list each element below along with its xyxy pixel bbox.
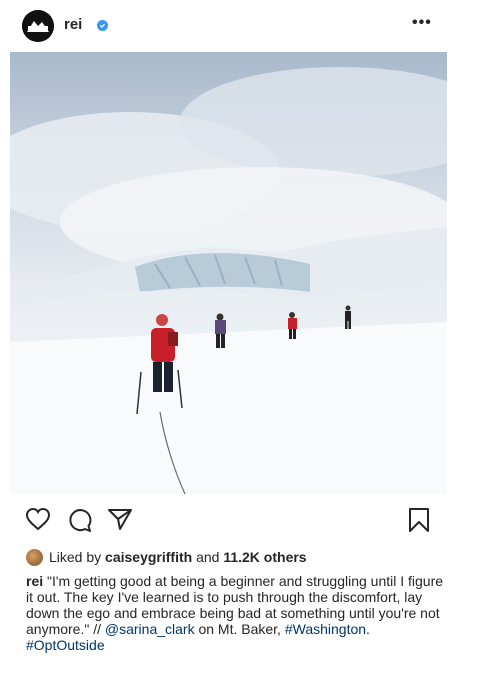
caption-hashtag-optoutside[interactable]: #OptOutside (26, 637, 105, 653)
verified-badge-icon (97, 20, 108, 31)
caption-hashtag-washington[interactable]: #Washington (285, 621, 366, 637)
post-caption: rei "I'm getting good at being a beginne… (26, 573, 446, 653)
mountain-photo-icon (10, 52, 447, 494)
rei-logo-icon (22, 10, 54, 42)
post-photo[interactable] (10, 52, 447, 494)
bookmark-icon[interactable] (408, 507, 430, 538)
likes-prefix: Liked by (49, 549, 102, 565)
liker-username[interactable]: caiseygriffith (105, 549, 192, 565)
caption-dot: . (366, 621, 370, 637)
post-actions (0, 505, 484, 537)
heart-icon[interactable] (25, 507, 51, 536)
likes-summary: Liked by caiseygriffith and 11.2K others (26, 548, 307, 566)
caption-username[interactable]: rei (26, 573, 43, 589)
post-username[interactable]: rei (64, 16, 82, 33)
caption-location: on Mt. Baker, (198, 621, 281, 637)
caption-mention[interactable]: @sarina_clark (105, 621, 195, 637)
post-header: rei ••• (0, 0, 484, 52)
liker-avatar[interactable] (26, 548, 43, 566)
likes-middle: and (196, 549, 220, 565)
avatar[interactable] (22, 10, 54, 42)
likes-count[interactable]: 11.2K others (223, 549, 306, 565)
more-options-button[interactable]: ••• (412, 14, 432, 32)
comment-icon[interactable] (67, 507, 93, 538)
share-icon[interactable] (107, 507, 133, 536)
